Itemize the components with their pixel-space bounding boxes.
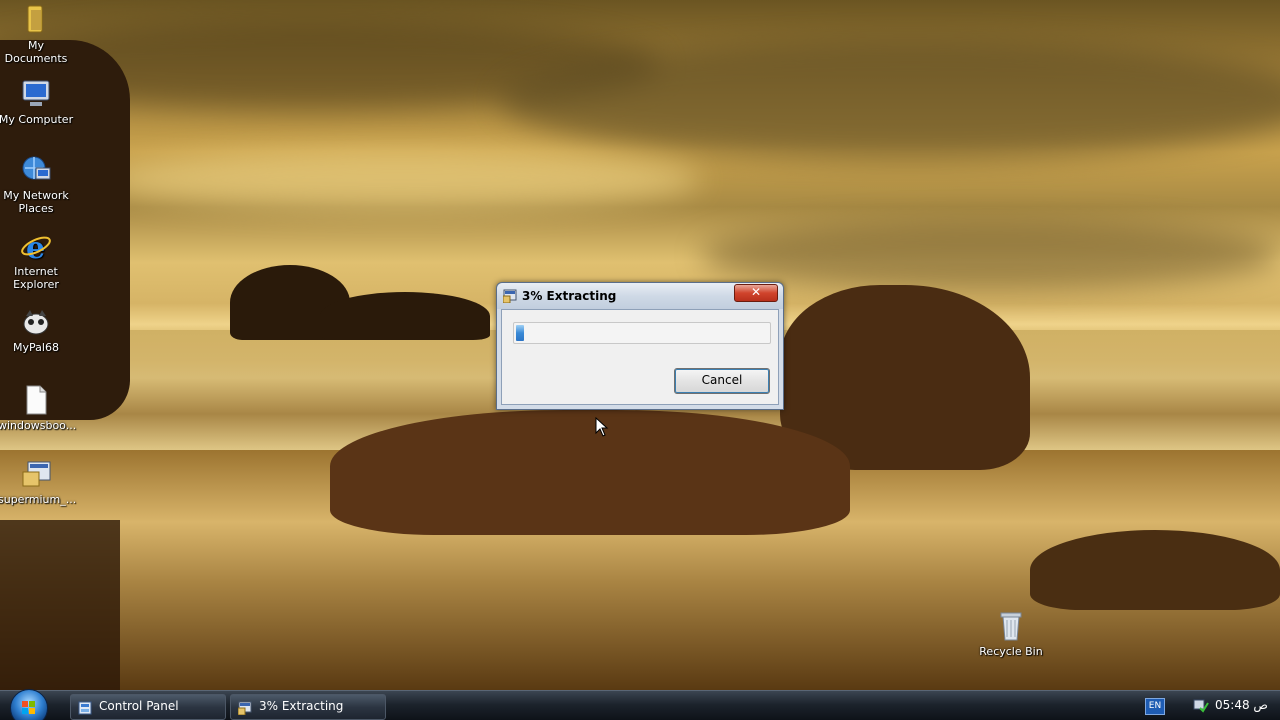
rock-right [1030,530,1280,610]
desktop-icon-supermium[interactable]: supermium_... [0,458,77,506]
desktop-icon-label: Internet Explorer [13,265,59,291]
taskbar: Control Panel 3% Extracting EN ص 05:48 [0,689,1280,720]
internet-explorer-icon: e [20,230,52,266]
file-icon [20,384,52,416]
desktop-icon-recycle-bin[interactable]: Recycle Bin [973,610,1049,658]
cloud [700,220,1280,290]
desktop-icon-my-computer[interactable]: My Computer [0,78,74,126]
windows-logo-icon [22,701,35,714]
close-button[interactable]: ✕ [734,284,778,302]
desktop-icon-my-documents[interactable]: My Documents [0,4,74,65]
mouse-cursor-icon [595,416,609,441]
rock-far [320,292,490,340]
my-documents-icon [20,4,52,36]
desktop-icon-windowsboot[interactable]: windowsboo... [0,384,77,432]
mypal68-icon [20,306,52,338]
dialog-title: 3% Extracting [522,289,617,303]
desktop-icon-label: My Network Places [3,189,69,215]
network-status-icon[interactable] [1193,697,1209,713]
desktop-icon-mypal68[interactable]: MyPal68 [0,306,74,354]
desktop-icon-label: windowsboo... [0,419,77,432]
taskbar-button-extracting[interactable]: 3% Extracting [230,694,386,720]
cloud [100,150,700,210]
installer-icon [20,458,52,490]
dialog-client-area: Cancel [501,309,779,405]
control-panel-icon [78,700,92,715]
progress-bar [513,322,771,344]
start-button[interactable] [10,689,48,720]
extract-app-icon [237,700,252,716]
clock[interactable]: ص 05:48 [1215,698,1268,712]
desktop-icon-label: supermium_... [0,493,77,506]
taskbar-button-label: 3% Extracting [259,699,344,713]
desktop-icon-my-network-places[interactable]: My Network Places [0,154,74,215]
reflection [0,520,120,690]
desktop-background: My Documents My Computer My Network Plac… [0,0,1280,690]
desktop-icon-label: Recycle Bin [979,645,1043,658]
my-network-places-icon [20,154,52,186]
progress-fill [516,325,524,341]
recycle-bin-icon [995,610,1027,642]
extracting-dialog: 3% Extracting ✕ Cancel [496,282,784,410]
cloud [500,40,1280,160]
desktop-icon-label: My Documents [4,39,68,65]
taskbar-button-label: Control Panel [99,699,179,713]
dialog-titlebar[interactable]: 3% Extracting ✕ [497,283,783,309]
rock-foreground [330,410,850,535]
cancel-button[interactable]: Cancel [674,368,770,394]
taskbar-button-control-panel[interactable]: Control Panel [70,694,226,720]
desktop-icon-internet-explorer[interactable]: e Internet Explorer [0,230,74,291]
extract-app-icon [502,288,517,304]
my-computer-icon [20,78,52,110]
svg-text:e: e [26,231,45,262]
language-indicator[interactable]: EN [1145,698,1165,715]
desktop-icon-label: My Computer [0,113,74,126]
desktop-icon-label: MyPal68 [13,341,59,354]
